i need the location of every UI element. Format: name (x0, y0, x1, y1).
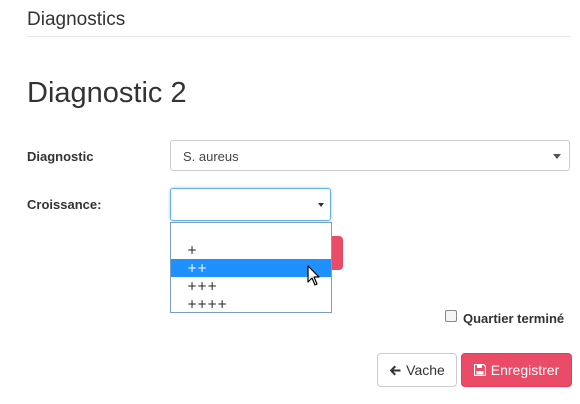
mouse-pointer-icon (307, 265, 320, 286)
diagnostic-select[interactable]: S. aureus (170, 140, 570, 171)
croissance-label: Croissance: (27, 197, 102, 212)
section-title: Diagnostics (27, 9, 126, 30)
croissance-option-empty[interactable] (171, 223, 331, 241)
quartier-termine-checkbox[interactable] (445, 310, 457, 322)
croissance-option-4[interactable]: ++++ (171, 295, 331, 313)
croissance-option-1[interactable]: + (171, 241, 331, 259)
save-button-label: Enregistrer (490, 362, 560, 378)
back-button[interactable]: Vache (377, 353, 457, 387)
quartier-termine-label[interactable]: Quartier terminé (463, 311, 564, 326)
back-button-label: Vache (406, 362, 445, 378)
save-button[interactable]: Enregistrer (461, 353, 572, 387)
header-divider (27, 36, 571, 37)
diagnostic-value: S. aureus (183, 149, 239, 164)
arrow-left-icon (389, 365, 401, 375)
caret-down-icon (318, 203, 324, 207)
croissance-select[interactable] (170, 188, 331, 221)
diagnostic-label: Diagnostic (27, 149, 94, 164)
page-title: Diagnostic 2 (27, 77, 187, 109)
floppy-disk-icon (473, 364, 486, 376)
caret-down-icon (553, 154, 561, 159)
